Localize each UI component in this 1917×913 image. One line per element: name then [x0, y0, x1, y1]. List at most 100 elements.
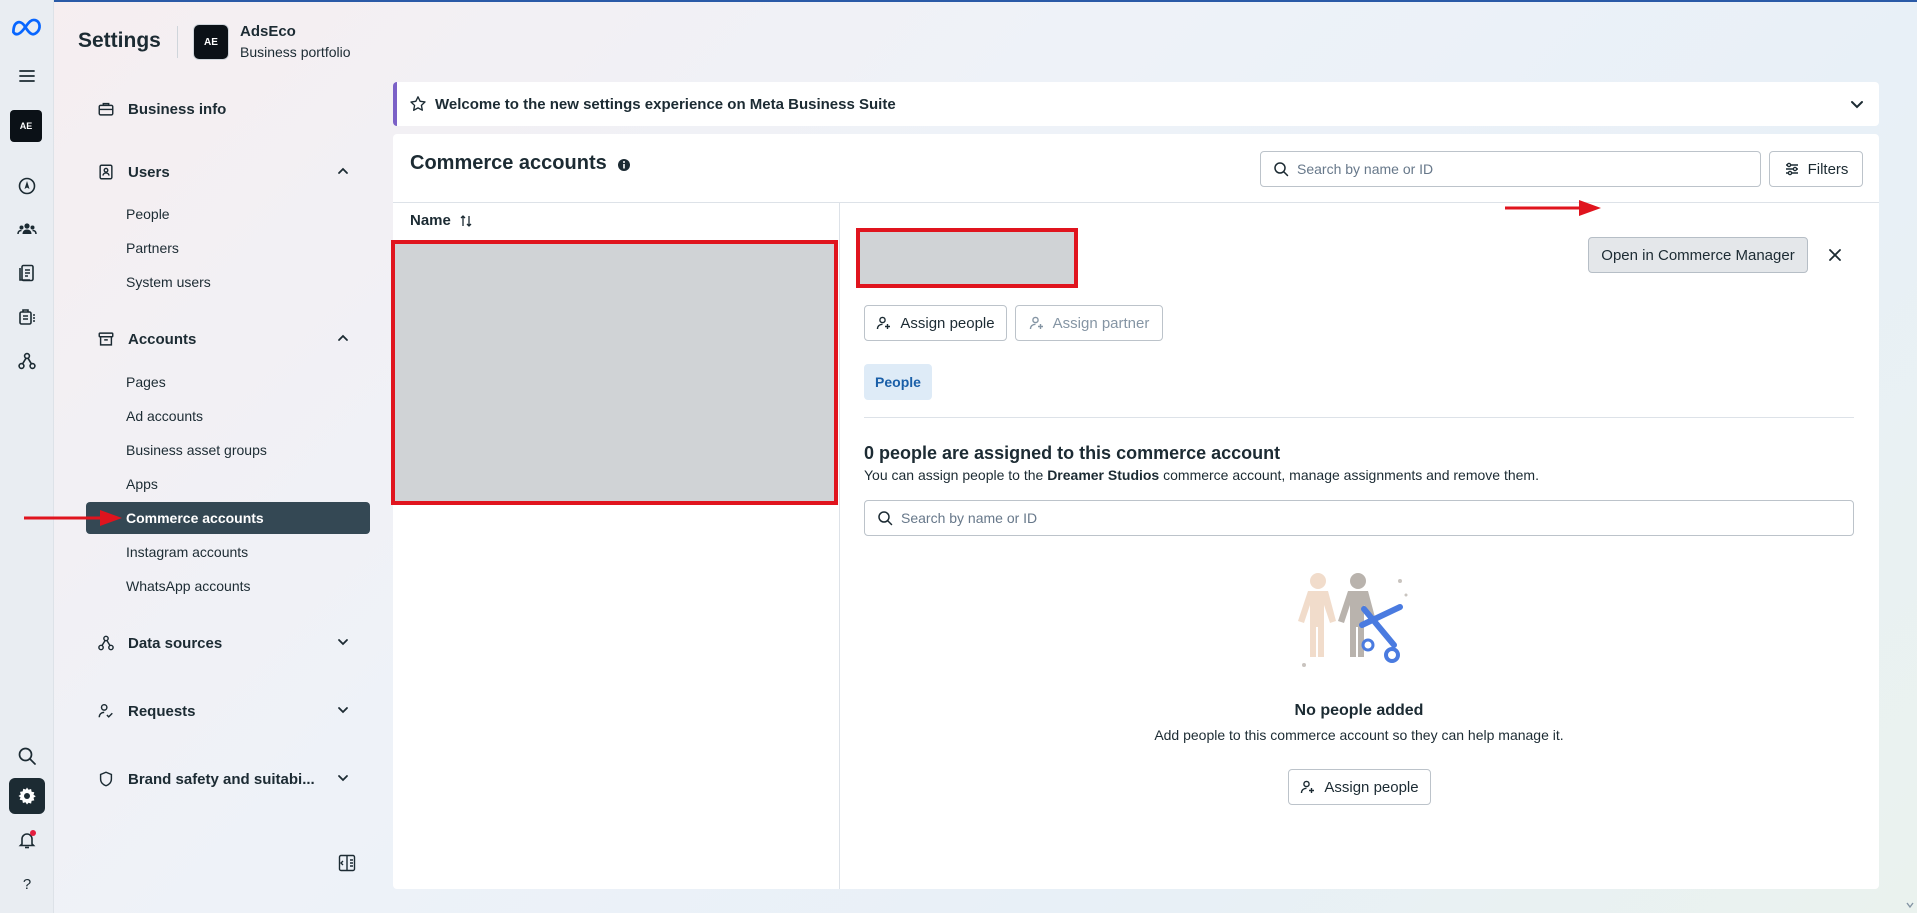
nav-users[interactable]: Users: [96, 155, 366, 189]
collapse-sidebar-icon[interactable]: [337, 853, 357, 873]
person-add-icon: [877, 316, 891, 330]
panel-divider: [393, 202, 1879, 203]
people-search[interactable]: [864, 500, 1854, 536]
chevron-up-icon: [338, 167, 348, 174]
empty-state-subtitle: Add people to this commerce account so t…: [1154, 727, 1564, 743]
column-divider: [839, 203, 840, 889]
nav-requests[interactable]: Requests: [96, 694, 366, 728]
page-title: Settings: [78, 29, 161, 52]
help-icon[interactable]: ?: [9, 866, 45, 902]
header-divider: [177, 26, 178, 58]
compass-icon[interactable]: [9, 168, 45, 204]
name-column-label: Name: [410, 212, 451, 229]
nav-business-info-label: Business info: [128, 100, 227, 118]
nav-users-label: Users: [128, 163, 170, 181]
assigned-sub-pre: You can assign people to the: [864, 467, 1048, 483]
portfolio-subtitle: Business portfolio: [240, 44, 351, 60]
notification-dot: [30, 830, 36, 836]
open-in-commerce-manager-button[interactable]: Open in Commerce Manager: [1588, 237, 1808, 273]
assign-people-button[interactable]: Assign people: [864, 305, 1007, 341]
person-add-icon: [1301, 780, 1315, 794]
assign-partner-label: Assign partner: [1052, 314, 1150, 332]
sort-icon: [460, 214, 472, 227]
nav-item-instagram-accounts[interactable]: Instagram accounts: [126, 542, 248, 562]
gear-icon[interactable]: [9, 778, 45, 814]
assigned-subtitle: You can assign people to the Dreamer Stu…: [864, 467, 1539, 483]
network-icon[interactable]: [9, 343, 45, 379]
annotation-arrow-nav: [24, 510, 122, 526]
panel-title: Commerce accounts: [410, 152, 607, 174]
bell-icon[interactable]: [9, 822, 45, 858]
redacted-account-name: [856, 228, 1078, 288]
nav-accounts-label: Accounts: [128, 330, 197, 348]
nav-item-business-asset-groups[interactable]: Business asset groups: [126, 440, 267, 460]
empty-assign-people-button[interactable]: Assign people: [1288, 769, 1431, 805]
paper-people-illustration: [1298, 573, 1408, 667]
name-column-header[interactable]: Name: [410, 212, 473, 229]
close-icon[interactable]: [1826, 246, 1844, 264]
accounts-search[interactable]: [1260, 151, 1761, 187]
search-icon: [1274, 162, 1289, 177]
filters-button[interactable]: Filters: [1769, 151, 1863, 187]
assign-partner-button[interactable]: Assign partner: [1015, 305, 1163, 341]
meta-logo-icon[interactable]: [9, 9, 45, 45]
svg-text:?: ?: [23, 876, 31, 893]
left-rail: AE ?: [0, 0, 54, 913]
nav-accounts[interactable]: Accounts: [96, 322, 366, 356]
empty-assign-people-label: Assign people: [1324, 778, 1419, 796]
nav-requests-label: Requests: [128, 702, 196, 720]
chevron-up-icon: [338, 334, 348, 341]
data-sources-icon: [96, 633, 116, 653]
nav-data-sources[interactable]: Data sources: [96, 626, 366, 660]
nav-item-partners[interactable]: Partners: [126, 238, 179, 258]
commerce-icon[interactable]: [9, 299, 45, 335]
briefcase-icon: [96, 99, 116, 119]
assigned-title: 0 people are assigned to this commerce a…: [864, 443, 1281, 463]
filters-label: Filters: [1807, 160, 1849, 178]
nav-data-sources-label: Data sources: [128, 634, 223, 652]
top-accent-line: [0, 0, 1917, 2]
nav-item-people[interactable]: People: [126, 204, 170, 224]
commerce-accounts-panel: Commerce accounts Filters Name Open in C…: [391, 134, 1879, 889]
filters-icon: [1785, 162, 1798, 176]
info-icon[interactable]: [617, 158, 631, 172]
chevron-down-icon[interactable]: [1849, 96, 1865, 112]
chevron-down-icon: [338, 707, 348, 714]
accounts-search-input[interactable]: [1297, 161, 1747, 177]
assigned-sub-post: commerce account, manage assignments and…: [1159, 467, 1539, 483]
star-icon: [410, 96, 426, 111]
menu-icon[interactable]: [9, 58, 45, 94]
nav-brand-safety[interactable]: Brand safety and suitabi...: [96, 762, 366, 796]
chevron-down-icon: [338, 639, 348, 646]
id-card-icon: [96, 162, 116, 182]
portfolio-logo[interactable]: AE: [193, 24, 229, 60]
nav-item-pages[interactable]: Pages: [126, 372, 166, 392]
nav-item-ad-accounts[interactable]: Ad accounts: [126, 406, 203, 426]
person-check-icon: [96, 701, 116, 721]
tab-people[interactable]: People: [864, 364, 932, 400]
chevron-down-icon: [338, 775, 348, 782]
archive-icon: [96, 329, 116, 349]
search-icon[interactable]: [9, 738, 45, 774]
assigned-sub-account: Dreamer Studios: [1047, 467, 1160, 483]
portfolio-name[interactable]: AdsEco: [240, 23, 296, 40]
people-search-input[interactable]: [901, 510, 1791, 526]
search-icon: [878, 511, 893, 526]
assign-people-label: Assign people: [900, 314, 995, 332]
redacted-account-list[interactable]: [391, 240, 838, 505]
scroll-down-icon[interactable]: [1905, 900, 1915, 910]
pages-icon[interactable]: [9, 255, 45, 291]
nav-item-whatsapp-accounts[interactable]: WhatsApp accounts: [126, 576, 251, 596]
welcome-banner[interactable]: Welcome to the new settings experience o…: [393, 82, 1879, 126]
nav-item-system-users[interactable]: System users: [126, 272, 211, 292]
nav-item-apps[interactable]: Apps: [126, 474, 158, 494]
shield-icon: [96, 769, 116, 789]
nav-business-info[interactable]: Business info: [96, 92, 366, 126]
detail-divider: [864, 417, 1854, 418]
nav-brand-safety-label: Brand safety and suitabi...: [128, 770, 315, 788]
annotation-arrow-open: [1505, 200, 1601, 216]
nav-item-commerce-accounts[interactable]: Commerce accounts: [126, 508, 264, 528]
empty-state-title: No people added: [1294, 702, 1424, 719]
people-icon[interactable]: [9, 211, 45, 247]
portfolio-avatar[interactable]: AE: [10, 110, 42, 142]
